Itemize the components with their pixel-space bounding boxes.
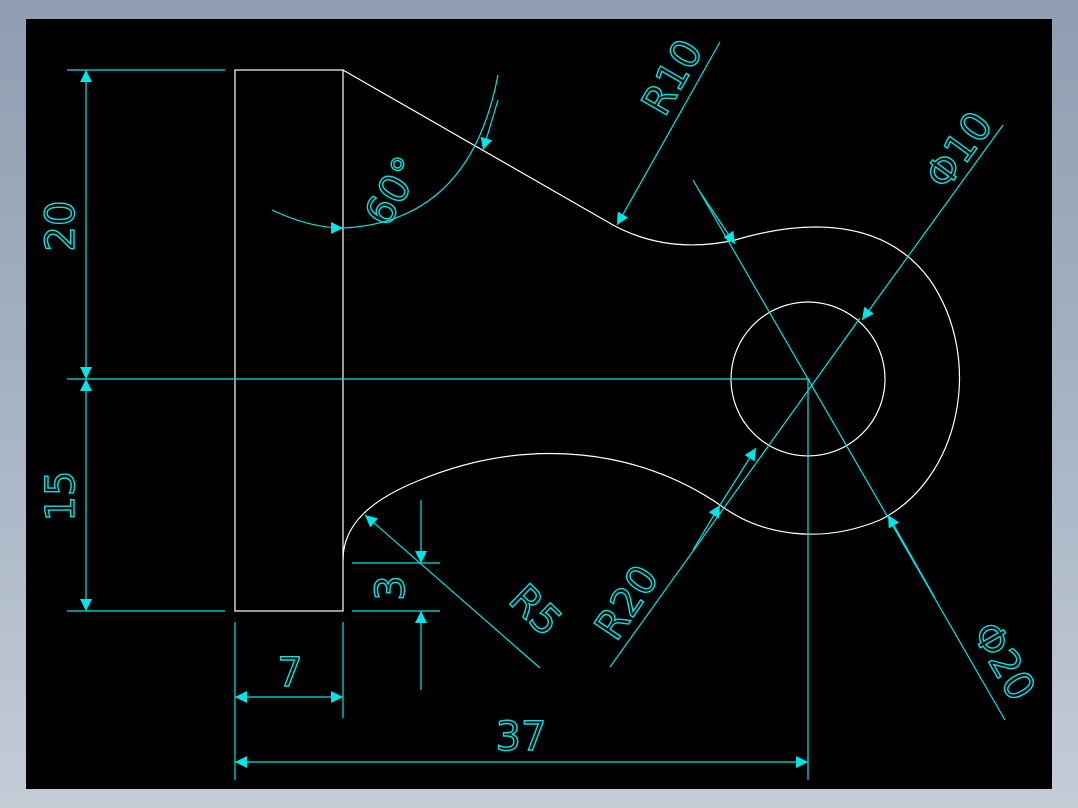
dimension-lines [67,41,1006,780]
label-3: 3 [368,575,414,600]
label-phi20: Φ20 [963,614,1044,708]
label-60-degrees: 60° [356,149,431,233]
label-15: 15 [38,471,84,522]
flange-rectangle [234,69,344,612]
part-outline [342,69,960,561]
leader-r20 [609,317,861,668]
cad-viewport[interactable]: 20 15 7 37 60° R10 Φ10 Φ20 R20 R5 3 [26,19,1052,789]
arrow-r20-b [719,447,757,506]
label-r5: R5 [500,576,570,646]
arrow-phi20-top [699,191,736,245]
label-7: 7 [277,650,302,696]
cad-drawing: 20 15 7 37 60° R10 Φ10 Φ20 R20 R5 3 [37,31,1044,780]
label-20: 20 [38,201,84,252]
arrow-r20-a [692,504,721,551]
dimension-labels: 20 15 7 37 60° R10 Φ10 Φ20 R20 R5 3 [37,31,1044,760]
arrow-phi20-bottom [887,514,936,599]
label-37: 37 [496,714,547,760]
part-geometry [234,69,960,612]
label-phi10: Φ10 [917,104,1003,198]
leader-phi20 [692,179,1006,721]
angle-arc-lower [271,209,344,234]
